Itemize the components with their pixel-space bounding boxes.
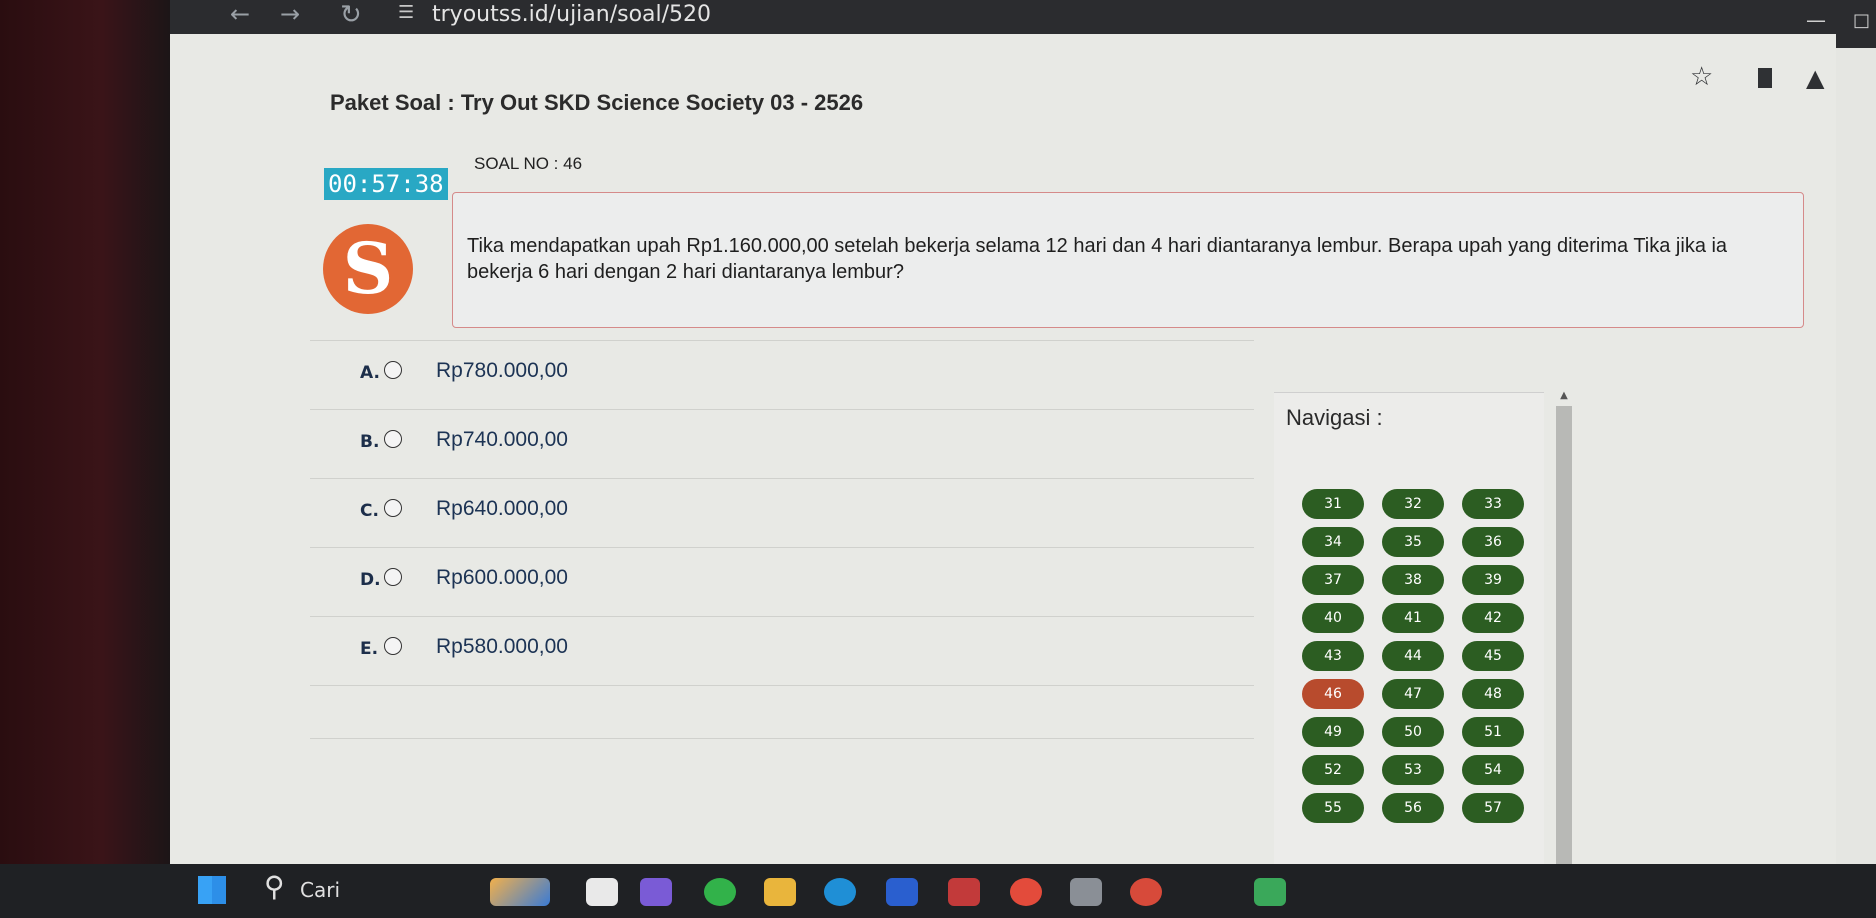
nav-question-button[interactable]: 41	[1382, 603, 1444, 633]
option-text: Rp740.000,00	[436, 428, 568, 451]
star-icon[interactable]: ☆	[1690, 62, 1713, 92]
nav-question-button[interactable]: 52	[1302, 755, 1364, 785]
file-explorer-icon[interactable]	[764, 878, 796, 906]
logo: S	[323, 224, 413, 314]
option-letter: B.	[360, 432, 380, 452]
option-letter: A.	[360, 363, 380, 383]
option-d[interactable]: D. Rp600.000,00	[310, 548, 1254, 617]
taskbar: ⚲ Cari	[0, 864, 1876, 918]
radio-button[interactable]	[384, 568, 402, 586]
nav-question-button[interactable]: 56	[1382, 793, 1444, 823]
navigation-scrollbar[interactable]	[1556, 406, 1572, 864]
edge-icon[interactable]	[824, 878, 856, 906]
arrow-right-icon[interactable]: →	[280, 0, 300, 28]
scroll-up-icon[interactable]: ▲	[1556, 390, 1572, 406]
option-b[interactable]: B. Rp740.000,00	[310, 410, 1254, 479]
whatsapp-icon[interactable]	[704, 878, 736, 906]
answer-options: A. Rp780.000,00 B. Rp740.000,00 C. Rp640…	[310, 340, 1254, 739]
maximize-icon[interactable]: □	[1853, 10, 1870, 31]
nav-question-button[interactable]: 49	[1302, 717, 1364, 747]
excel-icon[interactable]	[1254, 878, 1286, 906]
extensions-icon[interactable]: ▲	[1806, 64, 1824, 92]
nav-question-button[interactable]: 40	[1302, 603, 1364, 633]
screen-bezel-left	[0, 0, 170, 918]
question-text: Tika mendapatkan upah Rp1.160.000,00 set…	[467, 235, 1728, 283]
site-settings-icon[interactable]: ☰	[398, 2, 414, 23]
nav-question-button[interactable]: 55	[1302, 793, 1364, 823]
nav-question-button[interactable]: 46	[1302, 679, 1364, 709]
nav-question-button[interactable]: 50	[1382, 717, 1444, 747]
nav-question-button[interactable]: 38	[1382, 565, 1444, 595]
task-view-icon[interactable]	[586, 878, 618, 906]
options-footer	[310, 686, 1254, 739]
nav-question-button[interactable]: 54	[1462, 755, 1524, 785]
option-text: Rp600.000,00	[436, 566, 568, 589]
taskbar-search-label[interactable]: Cari	[300, 878, 340, 902]
copilot-icon[interactable]	[640, 878, 672, 906]
navigation-title: Navigasi :	[1286, 405, 1383, 430]
question-grid: 31 32 33 34 35 36 37 38 39 40 41 42 43 44 45 46 47 48 49 50…	[1302, 489, 1524, 823]
nav-question-button[interactable]: 32	[1382, 489, 1444, 519]
camera-icon[interactable]	[1070, 878, 1102, 906]
nav-question-button[interactable]: 43	[1302, 641, 1364, 671]
countdown-timer: 00:57:38	[324, 168, 448, 200]
question-number: SOAL NO : 46	[474, 154, 583, 173]
radio-button[interactable]	[384, 361, 402, 379]
widgets-icon[interactable]	[490, 878, 550, 906]
bookmark-icon[interactable]	[1758, 68, 1772, 88]
arrow-left-icon[interactable]: ←	[230, 0, 250, 28]
nav-question-button[interactable]: 48	[1462, 679, 1524, 709]
nav-question-button[interactable]: 33	[1462, 489, 1524, 519]
option-e[interactable]: E. Rp580.000,00	[310, 617, 1254, 686]
search-icon[interactable]: ⚲	[264, 870, 285, 903]
reload-icon[interactable]: ↻	[340, 0, 362, 30]
windows-start-icon[interactable]	[196, 874, 228, 906]
mail-icon[interactable]	[948, 878, 980, 906]
exam-page: ☆ ▲ Paket Soal : Try Out SKD Science Soc…	[170, 34, 1836, 865]
nav-question-button[interactable]: 39	[1462, 565, 1524, 595]
option-text: Rp580.000,00	[436, 635, 568, 658]
nav-question-button[interactable]: 57	[1462, 793, 1524, 823]
page-title: Paket Soal : Try Out SKD Science Society…	[330, 90, 864, 115]
question-box: Tika mendapatkan upah Rp1.160.000,00 set…	[452, 192, 1804, 328]
minimize-icon[interactable]: —	[1806, 8, 1826, 32]
nav-question-button[interactable]: 44	[1382, 641, 1444, 671]
address-bar[interactable]: tryoutss.id/ujian/soal/520	[432, 2, 711, 27]
option-c[interactable]: C. Rp640.000,00	[310, 479, 1254, 548]
nav-question-button[interactable]: 51	[1462, 717, 1524, 747]
radio-button[interactable]	[384, 637, 402, 655]
nav-question-button[interactable]: 47	[1382, 679, 1444, 709]
nav-question-button[interactable]: 31	[1302, 489, 1364, 519]
nav-question-button[interactable]: 42	[1462, 603, 1524, 633]
option-text: Rp780.000,00	[436, 359, 568, 382]
navigation-panel: Navigasi : 31 32 33 34 35 36 37 38 39 40 41 42 43 44 4…	[1274, 392, 1544, 865]
option-letter: D.	[360, 570, 381, 590]
nav-question-button[interactable]: 34	[1302, 527, 1364, 557]
chrome-icon[interactable]	[1010, 878, 1042, 906]
nav-question-button[interactable]: 45	[1462, 641, 1524, 671]
option-text: Rp640.000,00	[436, 497, 568, 520]
store-icon[interactable]	[886, 878, 918, 906]
screen-bezel-right	[1836, 0, 1876, 918]
nav-question-button[interactable]: 53	[1382, 755, 1444, 785]
nav-question-button[interactable]: 35	[1382, 527, 1444, 557]
option-letter: E.	[360, 639, 379, 659]
nav-question-button[interactable]: 37	[1302, 565, 1364, 595]
radio-button[interactable]	[384, 499, 402, 517]
app-icon[interactable]	[1130, 878, 1162, 906]
option-a[interactable]: A. Rp780.000,00	[310, 340, 1254, 410]
option-letter: C.	[360, 501, 379, 521]
nav-question-button[interactable]: 36	[1462, 527, 1524, 557]
radio-button[interactable]	[384, 430, 402, 448]
